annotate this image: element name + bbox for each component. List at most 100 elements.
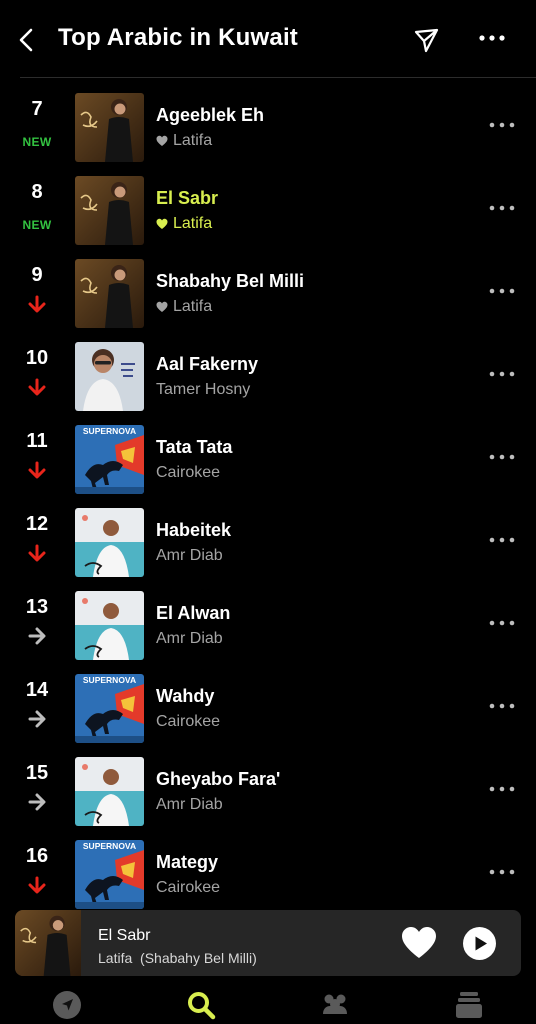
trend-down-icon — [28, 295, 46, 313]
song-row[interactable]: 15 Gheyabo Fara' Amr Diab — [0, 742, 536, 826]
song-row[interactable]: 13 El Alwan Amr Diab — [0, 576, 536, 660]
heart-filled-icon[interactable] — [401, 926, 437, 960]
album-art[interactable] — [75, 259, 144, 328]
song-rank: 9 — [31, 264, 43, 286]
song-title[interactable]: Wahdy — [156, 686, 214, 707]
song-artist-line[interactable]: Amr Diab — [156, 547, 223, 565]
song-rank: 8 — [31, 181, 43, 203]
song-artist-line[interactable]: Latifa — [156, 298, 212, 316]
new-badge: NEW — [22, 218, 52, 232]
song-row[interactable]: 9 Shabahy Bel Milli Latifa — [0, 244, 536, 328]
album-art[interactable] — [75, 757, 144, 826]
song-artist: Amr Diab — [156, 630, 223, 647]
song-artist-line[interactable]: Latifa — [156, 132, 212, 150]
mini-player-artwork[interactable] — [15, 910, 81, 976]
song-title[interactable]: Mategy — [156, 852, 218, 873]
song-artist-line[interactable]: Latifa — [156, 215, 212, 233]
trend-same-icon — [28, 627, 46, 645]
song-rank: 7 — [31, 98, 43, 120]
song-title[interactable]: Gheyabo Fara' — [156, 769, 280, 790]
album-art[interactable] — [75, 591, 144, 660]
song-artist: Cairokee — [156, 713, 221, 730]
song-title[interactable]: Aal Fakerny — [156, 354, 258, 375]
song-artist: Cairokee — [156, 464, 221, 481]
song-row[interactable]: 12 Habeitek Amr Diab — [0, 493, 536, 577]
song-artist: Amr Diab — [156, 796, 223, 813]
more-horizontal-icon[interactable] — [488, 867, 516, 877]
song-artist-line[interactable]: Cairokee — [156, 464, 220, 482]
song-rank: 13 — [25, 596, 49, 618]
trend-down-icon — [28, 876, 46, 894]
song-artist-line[interactable]: Tamer Hosny — [156, 381, 250, 399]
heart-icon — [156, 218, 168, 229]
album-art[interactable]: SUPERNOVA — [75, 674, 144, 743]
trend-down-icon — [28, 544, 46, 562]
library-stack-icon[interactable] — [454, 990, 484, 1020]
song-title[interactable]: El Sabr — [156, 188, 218, 209]
song-title[interactable]: Habeitek — [156, 520, 231, 541]
song-artist: Cairokee — [156, 879, 221, 896]
album-art[interactable]: SUPERNOVA — [75, 425, 144, 494]
song-artist: Latifa — [173, 215, 213, 232]
heart-icon — [156, 301, 168, 312]
song-rank: 11 — [26, 430, 48, 452]
song-artist-line[interactable]: Cairokee — [156, 713, 220, 731]
more-horizontal-icon[interactable] — [488, 701, 516, 711]
song-rank: 15 — [25, 762, 49, 784]
trend-same-icon — [28, 793, 46, 811]
more-horizontal-icon[interactable] — [488, 286, 516, 296]
mini-player-title[interactable]: El Sabr — [98, 927, 150, 945]
header: Top Arabic in Kuwait — [0, 0, 536, 78]
album-art[interactable] — [75, 176, 144, 245]
song-rank: 10 — [25, 347, 49, 369]
heart-icon — [156, 135, 168, 146]
svg-text:SUPERNOVA: SUPERNOVA — [83, 675, 136, 685]
more-horizontal-icon[interactable] — [478, 28, 506, 48]
song-artist-line[interactable]: Amr Diab — [156, 796, 223, 814]
svg-text:SUPERNOVA: SUPERNOVA — [83, 841, 136, 851]
album-art[interactable] — [75, 93, 144, 162]
song-row[interactable]: 8 NEW El Sabr Latifa — [0, 161, 536, 245]
chevron-left-icon[interactable] — [16, 26, 38, 54]
song-row[interactable]: 11 SUPERNOVA Tata Tata Cairokee — [0, 410, 536, 494]
more-horizontal-icon[interactable] — [488, 784, 516, 794]
song-row[interactable]: 10 Aal Fakerny Tamer Hosny — [0, 327, 536, 411]
trend-down-icon — [28, 461, 46, 479]
more-horizontal-icon[interactable] — [488, 452, 516, 462]
song-row[interactable]: 7 NEW Ageeblek Eh Latifa — [0, 78, 536, 162]
song-title[interactable]: Ageeblek Eh — [156, 105, 264, 126]
compass-arrow-icon[interactable] — [52, 990, 82, 1020]
song-artist: Latifa — [173, 132, 213, 149]
song-row[interactable]: 14 SUPERNOVA Wahdy Cairokee — [0, 659, 536, 743]
trend-same-icon — [28, 710, 46, 728]
song-title[interactable]: Tata Tata — [156, 437, 232, 458]
album-art[interactable] — [75, 508, 144, 577]
mini-player-subtitle[interactable]: Latifa (Shabahy Bel Milli) — [98, 950, 257, 966]
search-icon[interactable] — [186, 990, 216, 1020]
more-horizontal-icon[interactable] — [488, 618, 516, 628]
new-badge: NEW — [22, 135, 52, 149]
song-row[interactable]: 16 SUPERNOVA Mategy Cairokee — [0, 825, 536, 909]
song-title[interactable]: Shabahy Bel Milli — [156, 271, 304, 292]
paper-plane-icon[interactable] — [412, 26, 440, 54]
more-horizontal-icon[interactable] — [488, 369, 516, 379]
song-rank: 14 — [25, 679, 49, 701]
album-art[interactable] — [75, 342, 144, 411]
play-icon[interactable] — [463, 927, 496, 960]
trend-down-icon — [28, 378, 46, 396]
svg-text:SUPERNOVA: SUPERNOVA — [83, 426, 136, 436]
song-artist: Latifa — [173, 298, 213, 315]
song-rank: 12 — [25, 513, 49, 535]
tab-bar — [0, 982, 536, 1024]
album-art[interactable]: SUPERNOVA — [75, 840, 144, 909]
song-artist-line[interactable]: Amr Diab — [156, 630, 223, 648]
mini-player[interactable]: El Sabr Latifa (Shabahy Bel Milli) — [15, 910, 521, 976]
more-horizontal-icon[interactable] — [488, 535, 516, 545]
more-horizontal-icon[interactable] — [488, 120, 516, 130]
friends-icon[interactable] — [320, 990, 350, 1020]
song-rank: 16 — [25, 845, 49, 867]
song-artist: Amr Diab — [156, 547, 223, 564]
song-title[interactable]: El Alwan — [156, 603, 230, 624]
more-horizontal-icon[interactable] — [488, 203, 516, 213]
song-artist-line[interactable]: Cairokee — [156, 879, 220, 897]
